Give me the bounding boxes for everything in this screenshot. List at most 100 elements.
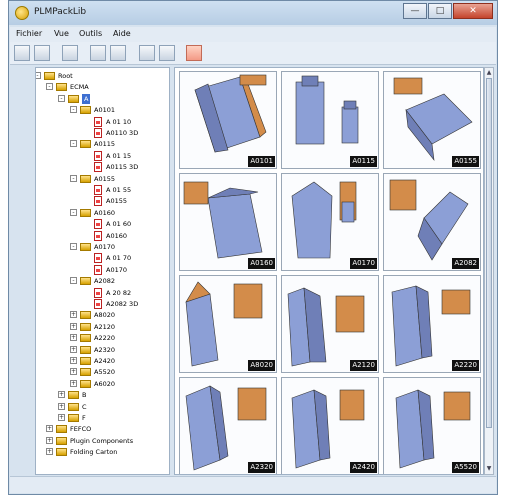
thumbnail-item[interactable]: A0115 <box>281 71 379 169</box>
tree-node-label: A6020 <box>94 379 115 388</box>
tree-node-label: B <box>82 391 87 400</box>
folder-icon <box>80 208 91 217</box>
thumbnail-item[interactable]: A0160 <box>179 173 277 271</box>
folder-icon <box>80 311 91 320</box>
collapse-icon[interactable]: - <box>46 83 53 91</box>
align-icon[interactable] <box>90 45 106 61</box>
box-illustration <box>185 385 267 471</box>
tree-node-label: A8020 <box>94 311 115 320</box>
thumbnail-item[interactable]: A0170 <box>281 173 379 271</box>
scroll-up-icon[interactable]: ▲ <box>486 70 492 76</box>
menu-vue[interactable]: Vue <box>54 29 69 38</box>
tree-node-label: A 01 10 <box>106 117 132 126</box>
tree-node-label: A0115 3D <box>106 163 139 172</box>
expand-icon[interactable]: + <box>70 368 77 376</box>
expand-icon[interactable]: + <box>58 414 65 421</box>
scroll-down-icon[interactable]: ▼ <box>486 466 492 472</box>
thumbnail-item[interactable]: A2082 <box>383 173 481 271</box>
folder-icon <box>68 402 79 411</box>
expand-icon[interactable]: + <box>70 357 77 364</box>
thumbnail-item[interactable]: A0155 <box>383 71 481 169</box>
thumbnail-item[interactable]: A2420 <box>281 377 379 474</box>
minimize-button[interactable]: — <box>403 3 427 19</box>
thumbnail-label: A0170 <box>350 258 377 269</box>
collapse-icon[interactable]: - <box>36 72 41 79</box>
expand-icon[interactable]: + <box>46 448 53 456</box>
document-icon <box>94 253 102 264</box>
box-illustration <box>393 77 473 162</box>
save-icon[interactable] <box>14 45 30 61</box>
expand-icon[interactable]: + <box>58 391 65 399</box>
thumbnail-item[interactable]: A8020 <box>179 275 277 373</box>
thumbnail-item[interactable]: A5520 <box>383 377 481 474</box>
folder-icon <box>80 368 91 377</box>
toolbar <box>10 42 496 65</box>
tree-node-label: A2082 <box>94 277 115 286</box>
tree-node-label: A0101 <box>94 106 115 115</box>
close-button[interactable]: ✕ <box>453 3 493 19</box>
collapse-icon[interactable]: - <box>70 277 77 285</box>
vertical-scrollbar[interactable]: ▲ ▼ <box>484 67 494 475</box>
zoom-icon[interactable] <box>159 45 175 61</box>
collapse-icon[interactable]: - <box>70 140 77 148</box>
dimension-icon[interactable] <box>62 45 78 61</box>
document-icon <box>94 185 102 195</box>
thumbnail-item[interactable]: A0101 <box>179 71 277 169</box>
thumbnail-item[interactable]: A2320 <box>179 377 277 474</box>
box-illustration <box>291 389 365 469</box>
expand-icon[interactable]: + <box>58 402 65 410</box>
expand-icon[interactable]: + <box>70 311 77 319</box>
folder-icon <box>56 448 67 457</box>
tree-node-label: A0155 <box>106 197 127 206</box>
tree-node-label: FEFCO <box>70 425 92 434</box>
tree-node-label: A0170 <box>94 243 115 251</box>
group-icon[interactable] <box>139 45 155 61</box>
tree-node-label: Folding Carton <box>70 448 118 457</box>
thumbnail-item[interactable]: A2220 <box>383 275 481 373</box>
tree-node-label: Root <box>58 72 73 80</box>
menu-outils[interactable]: Outils <box>79 29 102 38</box>
folder-icon <box>80 277 91 286</box>
thumbnail-item[interactable]: A2120 <box>281 275 379 373</box>
expand-icon[interactable]: + <box>70 345 77 353</box>
expand-icon[interactable]: + <box>46 436 53 444</box>
thumbnail-label: A5520 <box>452 462 479 473</box>
box-illustration <box>183 181 263 259</box>
expand-icon[interactable]: + <box>70 334 77 342</box>
expand-icon[interactable]: + <box>46 425 53 433</box>
expand-icon[interactable]: + <box>70 379 77 387</box>
edit-icon[interactable] <box>34 45 50 61</box>
tree-node-label: ECMA <box>70 83 89 92</box>
collapse-icon[interactable]: - <box>70 106 77 114</box>
scroll-thumb[interactable] <box>486 78 492 428</box>
thumbnail-label: A2320 <box>248 462 275 473</box>
box-illustration <box>194 74 267 153</box>
folder-icon <box>80 334 91 343</box>
thumbnail-label: A8020 <box>248 360 275 371</box>
window-title: PLMPackLib <box>34 7 87 17</box>
menu-aide[interactable]: Aide <box>113 29 131 38</box>
folder-icon <box>68 391 79 400</box>
folder-icon <box>80 357 91 365</box>
tree-node-label: A2082 3D <box>106 300 139 308</box>
folder-icon <box>80 345 91 354</box>
folder-icon <box>80 106 91 115</box>
maximize-button[interactable]: □ <box>428 3 452 19</box>
collapse-icon[interactable]: - <box>58 94 65 102</box>
box-illustration <box>395 389 471 469</box>
expand-icon[interactable]: + <box>70 322 77 330</box>
menu-fichier[interactable]: Fichier <box>16 29 42 38</box>
tree-node-label: A 01 70 <box>106 254 132 263</box>
collapse-icon[interactable]: - <box>70 208 77 216</box>
tree-node-label: Plugin Components <box>70 436 134 445</box>
library-tree[interactable]: - Root - ECMA - A - A0101 A 01 10 A0110 3D - A0115 A… <box>35 67 170 475</box>
collapse-icon[interactable]: - <box>70 174 77 182</box>
tree-node-label: A2320 <box>94 345 115 354</box>
tree-node-label: A0170 <box>106 265 127 274</box>
mirror-icon[interactable] <box>110 45 126 61</box>
collapse-icon[interactable]: - <box>70 243 77 250</box>
thumbnail-label: A0101 <box>248 156 275 167</box>
tree-node-label: C <box>82 402 87 411</box>
thumbnail-label: A2120 <box>350 360 377 371</box>
palette-icon[interactable] <box>186 45 202 61</box>
